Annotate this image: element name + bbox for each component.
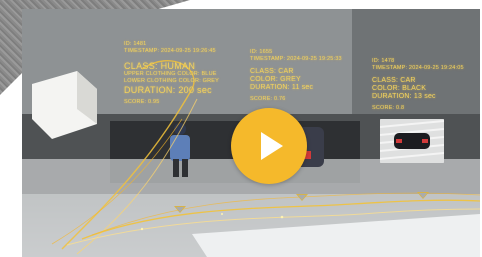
detection-lower-color: LOWER CLOTHING COLOR: GREY [124,77,220,84]
marker-icon [417,192,429,199]
detection-panel-human: ID: 1481 TIMESTAMP: 2024-09-25 19:26:45 … [124,41,219,106]
detection-color: COLOR: GREY [250,76,301,83]
detection-score: SCORE: 0.8 [372,105,405,111]
detection-panel-car-grey: ID: 1655 TIMESTAMP: 2024-09-25 19:25:33 … [250,49,342,103]
play-icon [261,132,283,160]
detection-timestamp: TIMESTAMP: 2024-09-25 19:24:05 [372,64,464,71]
detection-timestamp: TIMESTAMP: 2024-09-25 19:26:45 [124,47,216,54]
detection-class: CLASS: CAR [372,77,416,84]
play-button[interactable] [231,108,307,184]
marker-icon [174,206,186,213]
detection-panel-car-black: ID: 1478 TIMESTAMP: 2024-09-25 19:24:05 … [372,58,464,112]
video-player[interactable]: ID: 1481 TIMESTAMP: 2024-09-25 19:26:45 … [0,0,482,257]
car-thumbnail [380,119,444,163]
detection-color: COLOR: BLACK [372,85,427,92]
marker-icon [296,194,308,201]
detection-class: CLASS: CAR [250,68,294,75]
detection-upper-color: UPPER CLOTHING COLOR: BLUE [124,71,217,77]
detection-duration: DURATION: 11 sec [250,84,314,91]
detection-duration: DURATION: 200 sec [124,85,212,95]
car-image [380,119,444,163]
detection-duration: DURATION: 13 sec [372,93,436,100]
detection-score: SCORE: 0.95 [124,99,160,105]
detection-timestamp: TIMESTAMP: 2024-09-25 19:25:33 [250,55,342,62]
detection-score: SCORE: 0.76 [250,96,286,102]
detection-class: CLASS: HUMAN [124,61,196,71]
